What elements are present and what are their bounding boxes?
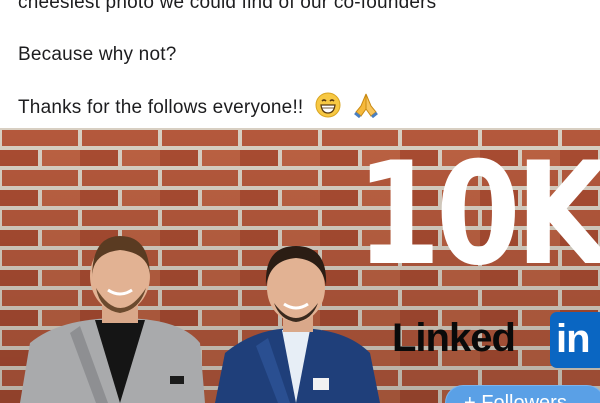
post-text: cheesiest photo we could find of our co-… <box>0 0 600 128</box>
grinning-face-icon <box>315 92 341 124</box>
follower-count-graphic: 10K <box>356 132 600 297</box>
post-line-3: Thanks for the follows everyone!! <box>18 92 380 124</box>
linkedin-in-box: in <box>550 312 600 368</box>
linkedin-wordmark: Linked <box>392 316 516 360</box>
post-image[interactable]: 10K Linked in + Followers <box>0 128 600 403</box>
post-line-1: cheesiest photo we could find of our co-… <box>18 0 437 13</box>
folded-hands-icon <box>352 92 380 124</box>
followers-chip[interactable]: + Followers <box>445 385 600 403</box>
post-line-3-text: Thanks for the follows everyone!! <box>18 97 304 119</box>
post-line-2: Because why not? <box>18 44 177 65</box>
